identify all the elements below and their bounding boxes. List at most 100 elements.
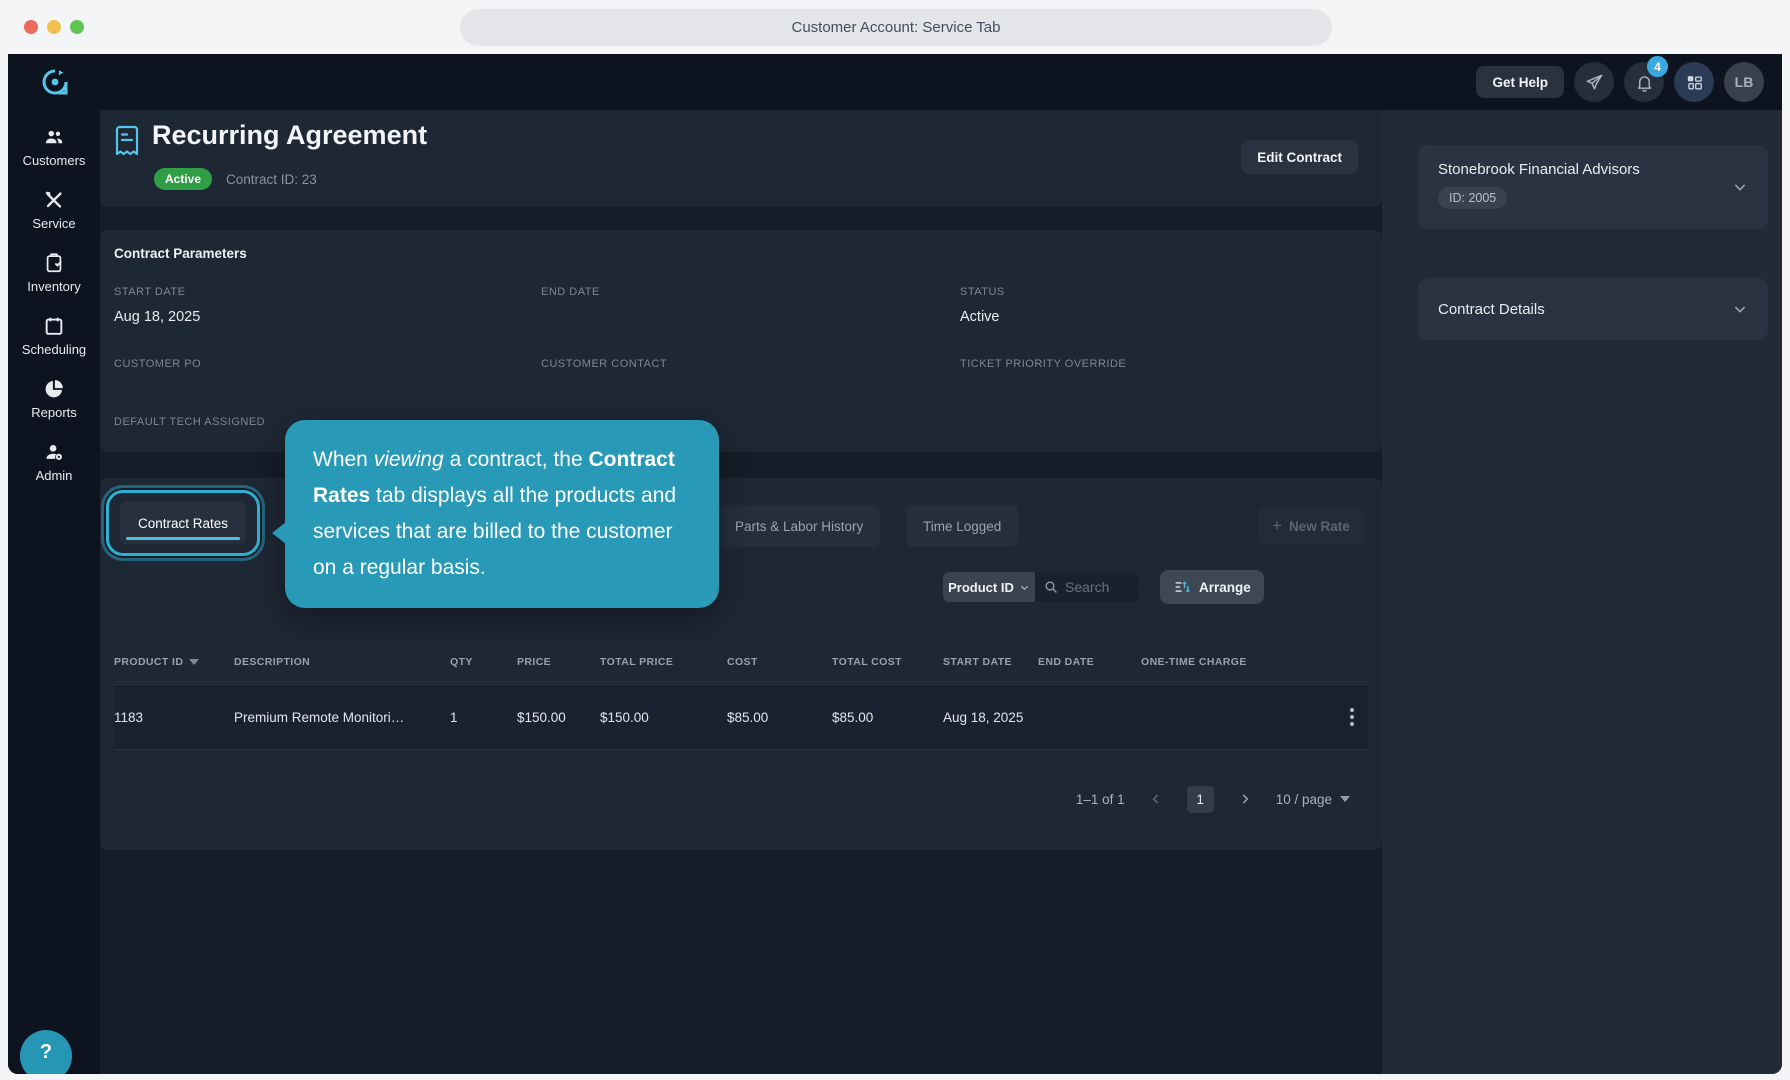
chevron-left-icon [1149,792,1163,806]
field-start-date: START DATE Aug 18, 2025 [114,286,200,327]
notification-count-badge: 4 [1647,56,1668,77]
apps-layout-button[interactable] [1674,62,1714,102]
column-header: COST [727,656,832,668]
field-customer-contact: CUSTOMER CONTACT [541,358,667,399]
sidebar-item-admin[interactable]: Admin [8,441,100,483]
tab-contract-rates[interactable]: Contract Rates [120,502,246,544]
customers-icon [43,126,65,148]
window-title: Customer Account: Service Tab [460,9,1332,46]
chevron-down-icon[interactable] [1732,301,1748,317]
chevron-down-icon [1019,582,1030,593]
pie-chart-icon [43,378,65,400]
field-customer-po: CUSTOMER PO [114,358,201,399]
column-header: PRICE [517,656,600,668]
cell-cost: $85.00 [727,710,832,725]
search-input[interactable] [1065,579,1129,595]
left-nav-rail: Customers Service Inventory Scheduling R… [8,110,100,1074]
previous-page-button[interactable] [1149,792,1163,806]
window-titlebar: Customer Account: Service Tab [0,0,1790,54]
zoom-window-button[interactable] [70,20,84,34]
admin-user-icon [43,441,65,463]
pagination: 1–1 of 1 1 10 / page [1076,782,1350,816]
column-header: ONE-TIME CHARGE [1141,656,1291,668]
sidebar-item-inventory[interactable]: Inventory [8,252,100,294]
customer-id-badge: ID: 2005 [1438,187,1507,209]
customer-name: Stonebrook Financial Advisors [1438,161,1748,178]
tooltip-arrow [272,522,286,544]
search-field-selector[interactable]: Product ID [943,572,1035,602]
next-page-button[interactable] [1238,792,1252,806]
field-ticket-priority-override: TICKET PRIORITY OVERRIDE [960,358,1126,399]
walkthrough-tooltip: When viewing a contract, the Contract Ra… [285,420,719,608]
receipt-icon [113,125,141,157]
sidebar-item-reports[interactable]: Reports [8,378,100,420]
page-number-button[interactable]: 1 [1187,786,1214,813]
page-size-selector[interactable]: 10 / page [1276,792,1350,807]
column-header: DESCRIPTION [234,656,450,668]
sidebar-item-label: Inventory [27,279,80,294]
sidebar-item-label: Reports [31,405,77,420]
column-header: QTY [450,656,517,668]
send-message-button[interactable] [1574,62,1614,102]
right-sidebar: Stonebrook Financial Advisors ID: 2005 C… [1382,110,1782,1074]
cell-total-cost: $85.00 [832,710,943,725]
arrange-sort-icon [1173,578,1191,596]
column-header: TOTAL PRICE [600,656,727,668]
tab-parts-labor-history[interactable]: Parts & Labor History [718,505,880,547]
new-rate-button[interactable]: + New Rate [1258,507,1364,545]
row-actions-kebab-icon[interactable] [1350,708,1368,726]
column-header-product-id[interactable]: PRODUCT ID [114,656,234,668]
search-box[interactable] [1035,572,1139,602]
field-end-date: END DATE [541,286,600,327]
bell-icon [1635,73,1654,92]
get-help-button[interactable]: Get Help [1476,66,1564,98]
sidebar-item-service[interactable]: Service [8,189,100,231]
sidebar-item-scheduling[interactable]: Scheduling [8,315,100,357]
user-avatar[interactable]: LB [1724,62,1764,102]
contract-details-card[interactable]: Contract Details [1418,278,1768,340]
cell-total-price: $150.00 [600,710,727,725]
field-status: STATUS Active [960,286,1005,327]
close-window-button[interactable] [24,20,38,34]
cell-start-date: Aug 18, 2025 [943,710,1038,725]
cell-product-id: 1183 [114,710,234,725]
chevron-down-icon[interactable] [1732,179,1748,195]
caret-down-icon [1340,796,1350,802]
field-default-tech-assigned: DEFAULT TECH ASSIGNED [114,416,265,428]
top-bar: Get Help 4 LB [8,54,1782,110]
column-header: END DATE [1038,656,1141,668]
section-title: Contract Parameters [114,246,247,261]
status-badge: Active [154,168,212,190]
sidebar-item-label: Service [32,216,75,231]
arrange-button[interactable]: Arrange [1160,570,1264,604]
sidebar-item-customers[interactable]: Customers [8,126,100,168]
sidebar-item-label: Admin [36,468,73,483]
app-window: Get Help 4 LB Customers [8,54,1782,1074]
minimize-window-button[interactable] [47,20,61,34]
cell-description: Premium Remote Monitori… [234,710,450,725]
notifications-button[interactable]: 4 [1624,62,1664,102]
calendar-icon [43,315,65,337]
help-fab-button[interactable]: ? [20,1030,72,1074]
sidebar-item-label: Customers [23,153,86,168]
service-tools-icon [43,189,65,211]
chevron-right-icon [1238,792,1252,806]
tab-time-logged[interactable]: Time Logged [906,505,1018,547]
customer-card[interactable]: Stonebrook Financial Advisors ID: 2005 [1418,145,1768,229]
search-icon [1043,579,1059,595]
edit-contract-button[interactable]: Edit Contract [1241,140,1358,174]
app-logo-icon [40,67,70,97]
page-title: Recurring Agreement [152,120,427,151]
sidebar-item-label: Scheduling [22,342,86,357]
contract-details-title: Contract Details [1438,301,1545,318]
table-header-row: PRODUCT ID DESCRIPTION QTY PRICE TOTAL P… [114,642,1368,682]
sort-caret-icon [189,659,199,665]
widgets-grid-icon [1685,73,1704,92]
column-header: START DATE [943,656,1038,668]
window-controls[interactable] [24,20,84,34]
column-header: TOTAL COST [832,656,943,668]
pagination-range: 1–1 of 1 [1076,792,1125,807]
table-row[interactable]: 1183 Premium Remote Monitori… 1 $150.00 … [114,684,1368,750]
plus-icon: + [1272,516,1282,536]
contract-parameters-panel: Contract Parameters START DATE Aug 18, 2… [100,230,1382,452]
